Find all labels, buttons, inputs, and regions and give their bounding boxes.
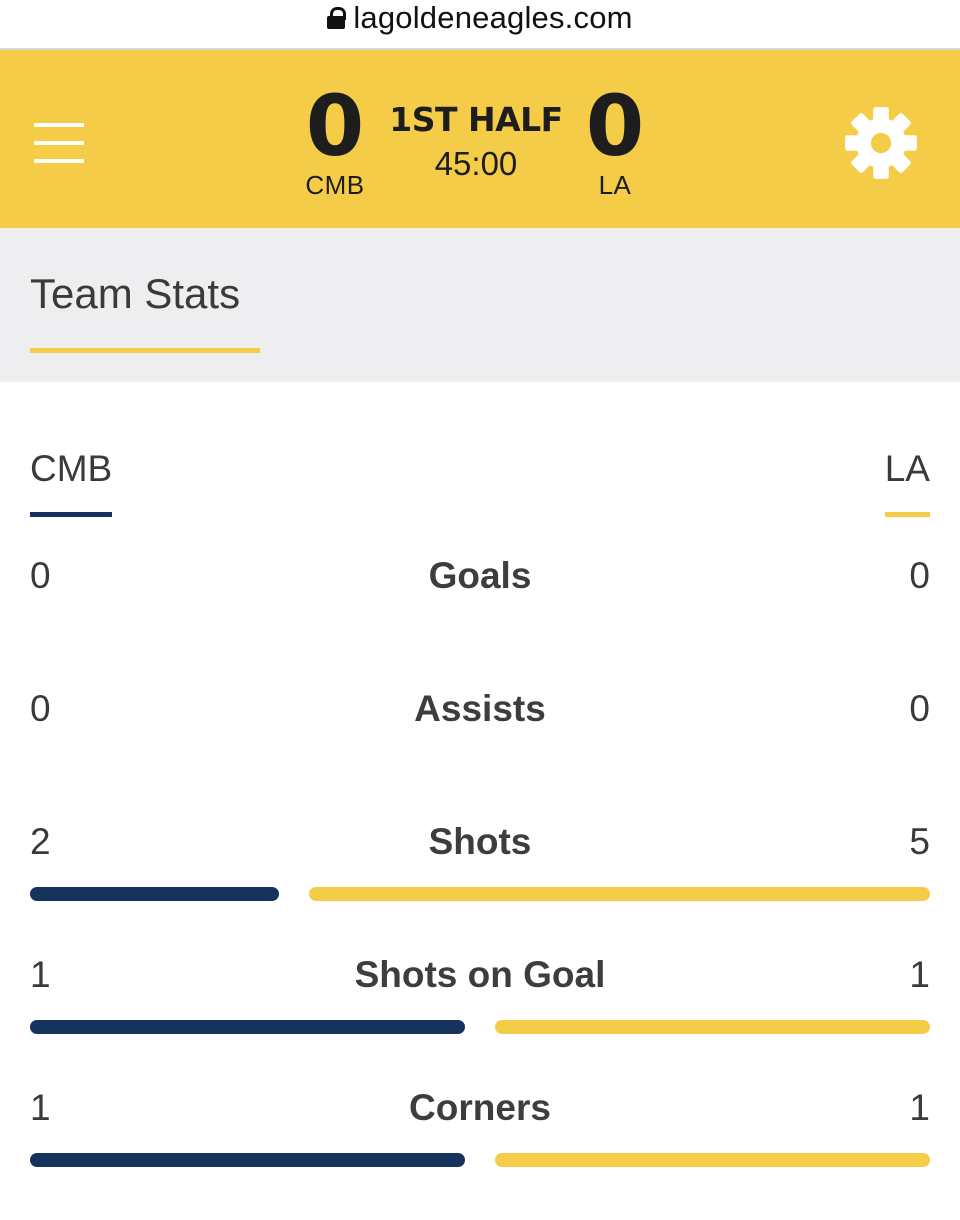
- right-team-name: LA: [884, 448, 930, 489]
- stat-row-assists: 0 Assists 0: [30, 688, 930, 821]
- cmb-stat-bar: [30, 1020, 465, 1034]
- stat-label: Shots on Goal: [354, 954, 606, 995]
- left-team-name: CMB: [30, 448, 113, 489]
- hamburger-menu-icon[interactable]: [34, 123, 84, 163]
- period-label: 1ST HALF: [389, 100, 563, 139]
- home-score: 0: [305, 77, 365, 175]
- away-team-score-block: 0 LA: [555, 84, 675, 201]
- stat-row-goals: 0 Goals 0: [30, 555, 930, 688]
- tab-label: Team Stats: [30, 270, 241, 317]
- stat-label: Corners: [409, 1087, 551, 1128]
- stat-label: Goals: [428, 555, 532, 596]
- stat-right-value: 1: [909, 1087, 930, 1128]
- stat-row-shots-on-goal: 1 Shots on Goal 1: [30, 954, 930, 1087]
- la-stat-bar: [495, 1153, 930, 1167]
- browser-url-bar[interactable]: lagoldeneagles.com: [0, 0, 960, 50]
- tab-bar: Team Stats: [0, 228, 960, 382]
- gear-icon[interactable]: [842, 104, 920, 182]
- tab-team-stats[interactable]: Team Stats: [30, 270, 260, 380]
- right-team-header: LA: [884, 448, 930, 517]
- home-team-score-block: 0 CMB: [275, 84, 395, 201]
- cmb-stat-bar: [30, 1153, 465, 1167]
- team-column-headers: CMB LA: [30, 448, 930, 520]
- la-stat-bar: [308, 887, 930, 901]
- lock-icon: [327, 7, 347, 29]
- stat-right-value: 1: [909, 954, 930, 995]
- la-stat-bar: [495, 1020, 930, 1034]
- right-team-underline: [884, 512, 930, 517]
- stat-label: Shots: [428, 821, 532, 862]
- url-text[interactable]: lagoldeneagles.com: [353, 0, 632, 36]
- stat-row-corners: 1 Corners 1: [30, 1087, 930, 1220]
- left-team-header: CMB: [30, 448, 113, 517]
- game-clock: 45:00: [434, 145, 518, 182]
- away-score: 0: [585, 77, 645, 175]
- stat-row-shots: 2 Shots 5: [30, 821, 930, 954]
- stat-label: Assists: [414, 688, 546, 729]
- home-team-abbr: CMB: [305, 170, 365, 200]
- game-period-block: 1ST HALF 45:00: [380, 100, 572, 183]
- active-tab-indicator: [30, 348, 260, 353]
- cmb-stat-bar: [30, 887, 279, 901]
- stat-right-value: 0: [909, 688, 930, 729]
- left-team-underline: [30, 512, 113, 517]
- stat-right-value: 0: [909, 555, 930, 596]
- away-team-abbr: LA: [598, 170, 632, 200]
- stat-right-value: 5: [909, 821, 930, 862]
- scoreboard-header: 0 CMB 1ST HALF 45:00 0 LA: [0, 50, 960, 228]
